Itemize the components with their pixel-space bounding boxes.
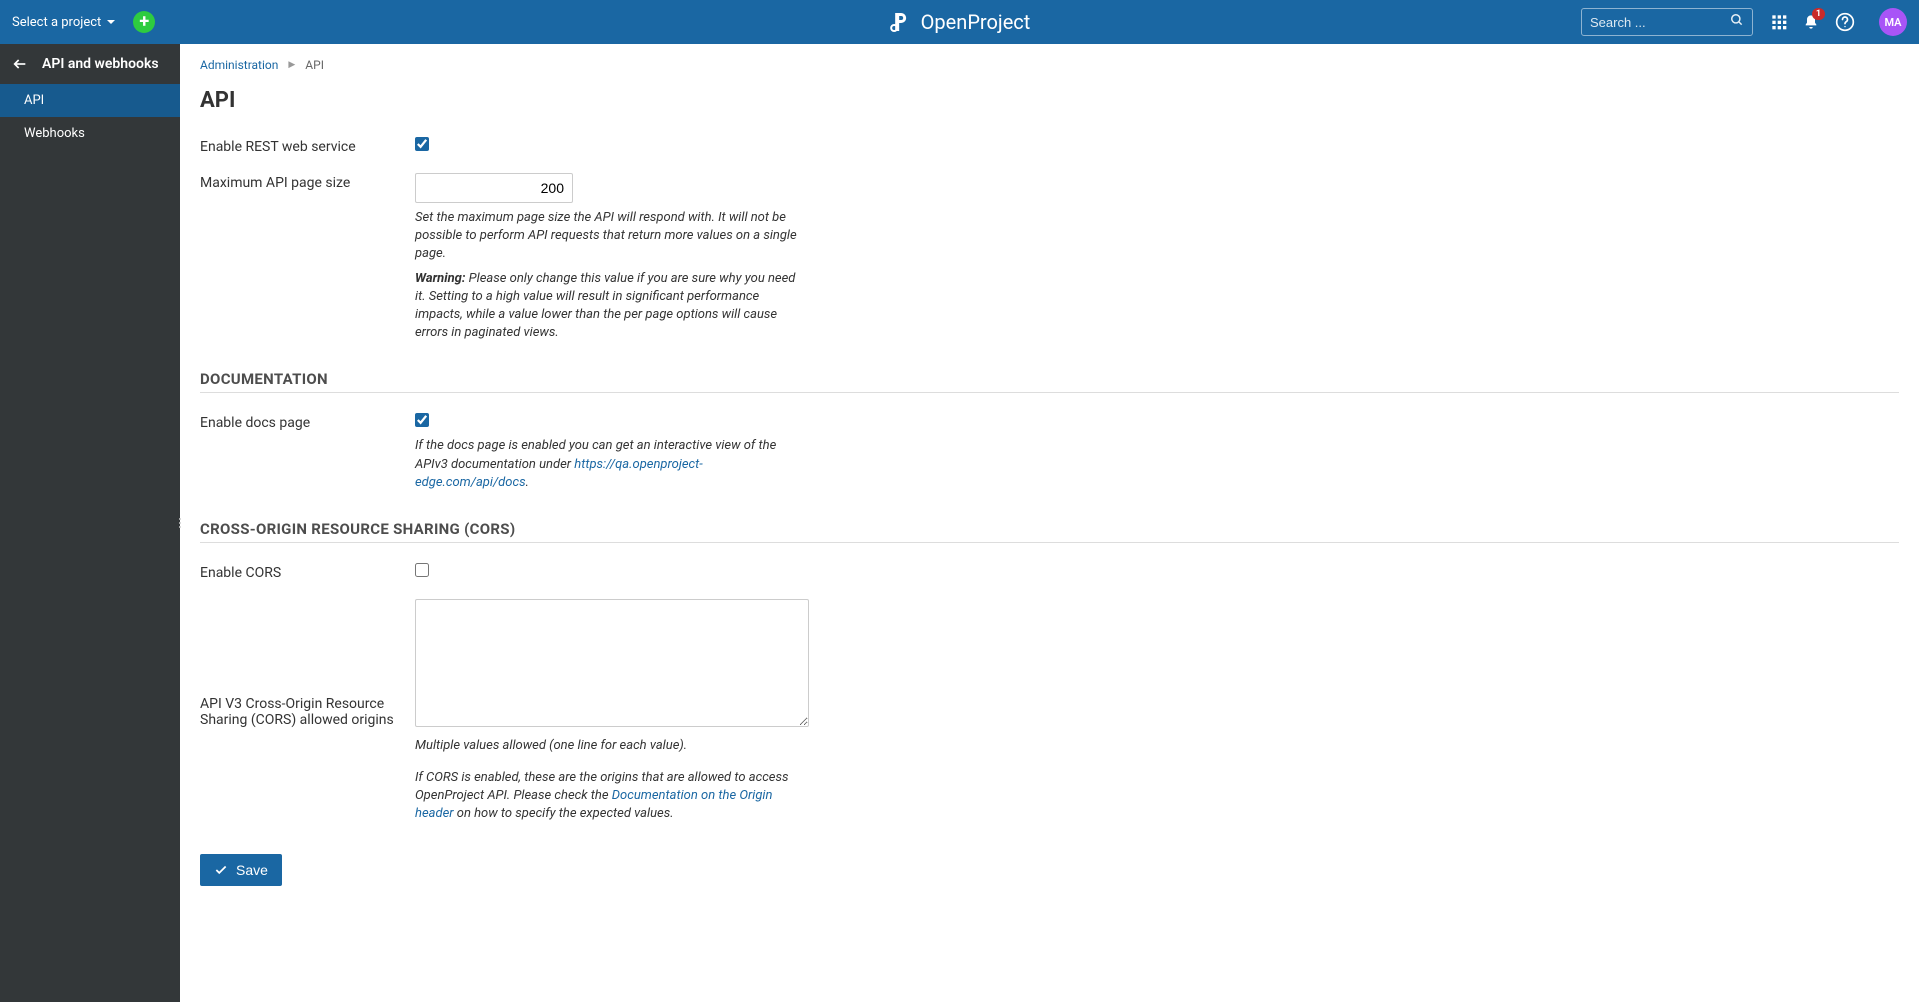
breadcrumb-root[interactable]: Administration xyxy=(200,58,278,72)
add-button[interactable]: + xyxy=(133,11,155,33)
check-icon xyxy=(214,863,228,877)
avatar-initials: MA xyxy=(1884,16,1901,29)
chevron-right-icon: ▶ xyxy=(288,60,295,70)
label-enable-rest: Enable REST web service xyxy=(200,137,415,155)
help-docs: If the docs page is enabled you can get … xyxy=(415,437,805,492)
openproject-icon xyxy=(889,11,913,33)
sidebar-item-label: Webhooks xyxy=(24,126,85,141)
label-enable-docs: Enable docs page xyxy=(200,413,415,431)
header-icons: 1 MA xyxy=(1771,8,1907,36)
project-select-label: Select a project xyxy=(12,15,101,30)
sidebar-item-webhooks[interactable]: Webhooks xyxy=(0,117,180,150)
section-rule xyxy=(200,392,1899,393)
label-enable-cors: Enable CORS xyxy=(200,563,415,581)
user-avatar[interactable]: MA xyxy=(1879,8,1907,36)
sidebar-header: API and webhooks xyxy=(0,44,180,84)
search-box[interactable] xyxy=(1581,8,1753,36)
sidebar-title: API and webhooks xyxy=(42,56,159,72)
search-icon xyxy=(1730,13,1744,31)
chevron-down-icon xyxy=(107,20,115,24)
app-name: OpenProject xyxy=(921,10,1031,34)
sidebar-item-label: API xyxy=(24,93,44,108)
modules-icon[interactable] xyxy=(1771,14,1787,30)
breadcrumb-current: API xyxy=(305,58,324,72)
label-origins: API V3 Cross-Origin Resource Sharing (CO… xyxy=(200,694,415,728)
warning-label: Warning: xyxy=(415,271,465,286)
page-title: API xyxy=(200,88,1899,113)
warning-text: Please only change this value if you are… xyxy=(415,271,795,341)
notifications-button[interactable]: 1 xyxy=(1803,14,1819,30)
checkbox-enable-cors[interactable] xyxy=(415,563,429,577)
save-label: Save xyxy=(236,862,268,878)
form-row-enable-cors: Enable CORS xyxy=(200,563,1899,581)
textarea-origins[interactable] xyxy=(415,599,809,727)
help-page-size-1: Set the maximum page size the API will r… xyxy=(415,209,805,264)
form-row-enable-docs: Enable docs page If the docs page is ena… xyxy=(200,413,1899,492)
help-origins-2-suffix: on how to specify the expected values. xyxy=(454,806,674,821)
top-header: Select a project + OpenProject 1 MA xyxy=(0,0,1919,44)
label-page-size: Maximum API page size xyxy=(200,173,415,191)
plus-icon: + xyxy=(139,13,149,31)
form-row-origins: API V3 Cross-Origin Resource Sharing (CO… xyxy=(200,599,1899,824)
help-button[interactable] xyxy=(1835,12,1855,32)
section-rule xyxy=(200,542,1899,543)
help-docs-suffix: . xyxy=(526,475,529,490)
help-icon xyxy=(1835,12,1855,32)
app-logo[interactable]: OpenProject xyxy=(889,10,1031,34)
project-select[interactable]: Select a project xyxy=(12,15,115,30)
sidebar-item-api[interactable]: API xyxy=(0,84,180,117)
layout: API and webhooks API Webhooks Administra… xyxy=(0,44,1919,1002)
main-content: Administration ▶ API API Enable REST web… xyxy=(180,44,1919,1002)
checkbox-enable-rest[interactable] xyxy=(415,137,429,151)
breadcrumb: Administration ▶ API xyxy=(200,58,1899,72)
checkbox-enable-docs[interactable] xyxy=(415,413,429,427)
save-button[interactable]: Save xyxy=(200,854,282,886)
input-page-size[interactable] xyxy=(415,173,573,203)
notification-badge: 1 xyxy=(1812,8,1825,20)
section-cors: CROSS-ORIGIN RESOURCE SHARING (CORS) xyxy=(200,520,1899,538)
form-row-enable-rest: Enable REST web service xyxy=(200,137,1899,155)
form-row-page-size: Maximum API page size Set the maximum pa… xyxy=(200,173,1899,342)
help-origins-2: If CORS is enabled, these are the origin… xyxy=(415,769,805,824)
sidebar: API and webhooks API Webhooks xyxy=(0,44,180,1002)
help-origins-1: Multiple values allowed (one line for ea… xyxy=(415,737,805,755)
section-documentation: DOCUMENTATION xyxy=(200,370,1899,388)
sidebar-resize-handle[interactable] xyxy=(176,509,184,537)
help-page-size-2: Warning: Please only change this value i… xyxy=(415,270,805,343)
search-input[interactable] xyxy=(1590,15,1730,30)
back-arrow-icon[interactable] xyxy=(12,56,28,72)
